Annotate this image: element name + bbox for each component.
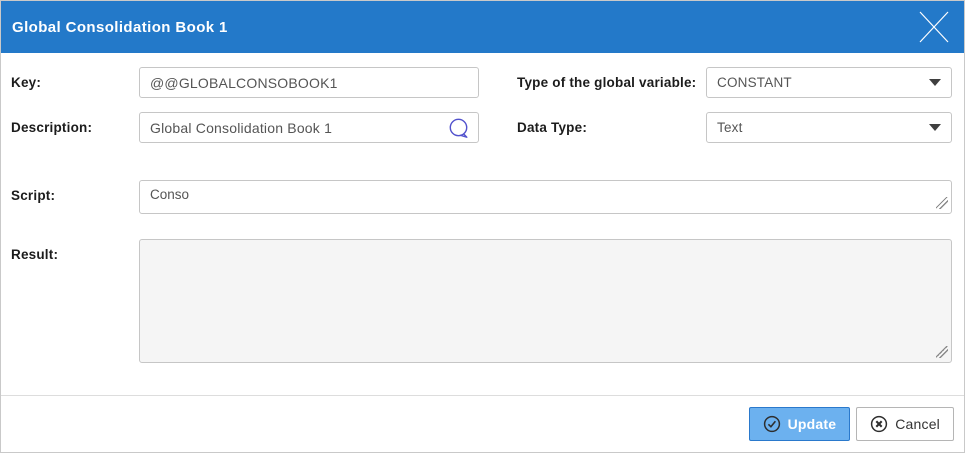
description-input[interactable] (139, 112, 479, 143)
cancel-button[interactable]: Cancel (856, 407, 954, 441)
comment-button[interactable] (446, 116, 472, 140)
description-label: Description: (11, 112, 139, 135)
chevron-down-icon (929, 79, 941, 86)
close-icon (916, 9, 952, 45)
chevron-down-icon (929, 124, 941, 131)
script-textarea[interactable]: Conso (139, 180, 952, 214)
key-input[interactable] (139, 67, 479, 98)
dialog-form: Key: Type of the global variable: CONSTA… (1, 53, 964, 363)
dialog-title: Global Consolidation Book 1 (12, 19, 228, 36)
comment-bubble-icon (447, 117, 472, 140)
update-button-label: Update (788, 416, 837, 432)
x-circle-icon (870, 415, 888, 433)
row-description-datatype: Description: Data Type: Text (11, 112, 952, 143)
dialog-header: Global Consolidation Book 1 (1, 1, 964, 53)
row-script: Script: Conso (11, 180, 952, 214)
global-type-select[interactable]: CONSTANT (706, 67, 952, 98)
script-label: Script: (11, 180, 139, 203)
data-type-select[interactable]: Text (706, 112, 952, 143)
row-result: Result: (11, 239, 952, 363)
dialog-footer: Update Cancel (1, 396, 964, 441)
result-textarea (139, 239, 952, 363)
global-type-label: Type of the global variable: (517, 67, 706, 90)
key-label: Key: (11, 67, 139, 90)
close-button[interactable] (912, 5, 956, 49)
update-button[interactable]: Update (749, 407, 851, 441)
global-type-selected-value: CONSTANT (717, 75, 792, 90)
global-variable-dialog: Global Consolidation Book 1 Key: Type of… (0, 0, 965, 453)
data-type-label: Data Type: (517, 112, 706, 135)
row-key-type: Key: Type of the global variable: CONSTA… (11, 67, 952, 98)
check-circle-icon (763, 415, 781, 433)
data-type-selected-value: Text (717, 120, 743, 135)
cancel-button-label: Cancel (895, 416, 940, 432)
result-label: Result: (11, 239, 139, 262)
